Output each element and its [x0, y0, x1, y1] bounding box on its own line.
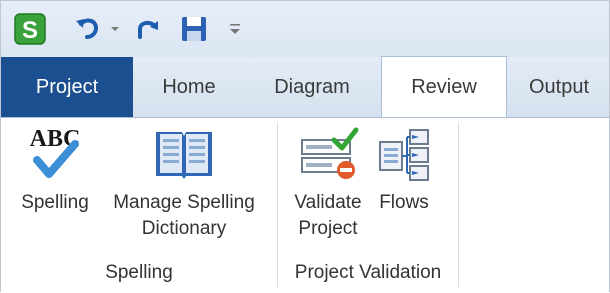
tab-output[interactable]: Output	[507, 57, 610, 117]
spelling-group: ABC Spelling Manage Spelling Dictionary …	[1, 118, 277, 293]
validate-label-line1: Validate	[294, 192, 362, 213]
manage-spelling-dictionary-button[interactable]: Manage Spelling Dictionary	[101, 118, 267, 242]
flows-label: Flows	[379, 192, 429, 213]
quick-access-toolbar: S	[1, 1, 609, 57]
group-divider-2	[458, 122, 459, 287]
redo-icon[interactable]	[133, 13, 163, 45]
validate-label-line2: Project	[298, 218, 358, 239]
tab-output-label: Output	[529, 75, 590, 98]
customize-toolbar-icon[interactable]	[225, 13, 245, 45]
validate-icon	[296, 118, 360, 182]
tab-diagram[interactable]: Diagram	[245, 57, 379, 117]
book-icon	[152, 118, 216, 182]
flows-button[interactable]: Flows	[374, 118, 434, 216]
flows-icon	[376, 118, 432, 182]
app-logo-icon[interactable]: S	[13, 13, 47, 45]
manage-spelling-label-line2: Dictionary	[141, 218, 227, 239]
save-icon[interactable]	[179, 13, 209, 45]
ribbon-panel: ABC Spelling Manage Spelling Dictionary …	[1, 118, 609, 293]
undo-dropdown-icon[interactable]	[106, 13, 124, 45]
manage-spelling-label-line1: Manage Spelling	[113, 192, 255, 213]
ribbon-tab-strip: Project Home Diagram Review Output	[1, 56, 610, 118]
tab-home-label: Home	[162, 75, 216, 98]
tab-review-label: Review	[411, 75, 477, 98]
app-logo-letter: S	[22, 17, 38, 44]
undo-icon[interactable]	[73, 13, 103, 45]
tab-project-label: Project	[35, 75, 99, 98]
project-validation-group: Validate Project Flows Project Validatio…	[278, 118, 458, 293]
spelling-button[interactable]: ABC Spelling	[15, 118, 95, 216]
tab-review[interactable]: Review	[381, 56, 507, 117]
app-window: S Project Home Diagram Review Output ABC…	[0, 0, 610, 293]
spelling-group-label: Spelling	[105, 262, 173, 283]
spelling-label: Spelling	[21, 192, 89, 213]
tab-home[interactable]: Home	[133, 57, 245, 117]
tab-project[interactable]: Project	[1, 57, 133, 117]
validate-project-button[interactable]: Validate Project	[290, 118, 366, 242]
project-validation-group-label: Project Validation	[294, 262, 442, 283]
tab-diagram-label: Diagram	[274, 75, 350, 98]
abc-check-icon: ABC	[23, 118, 87, 182]
